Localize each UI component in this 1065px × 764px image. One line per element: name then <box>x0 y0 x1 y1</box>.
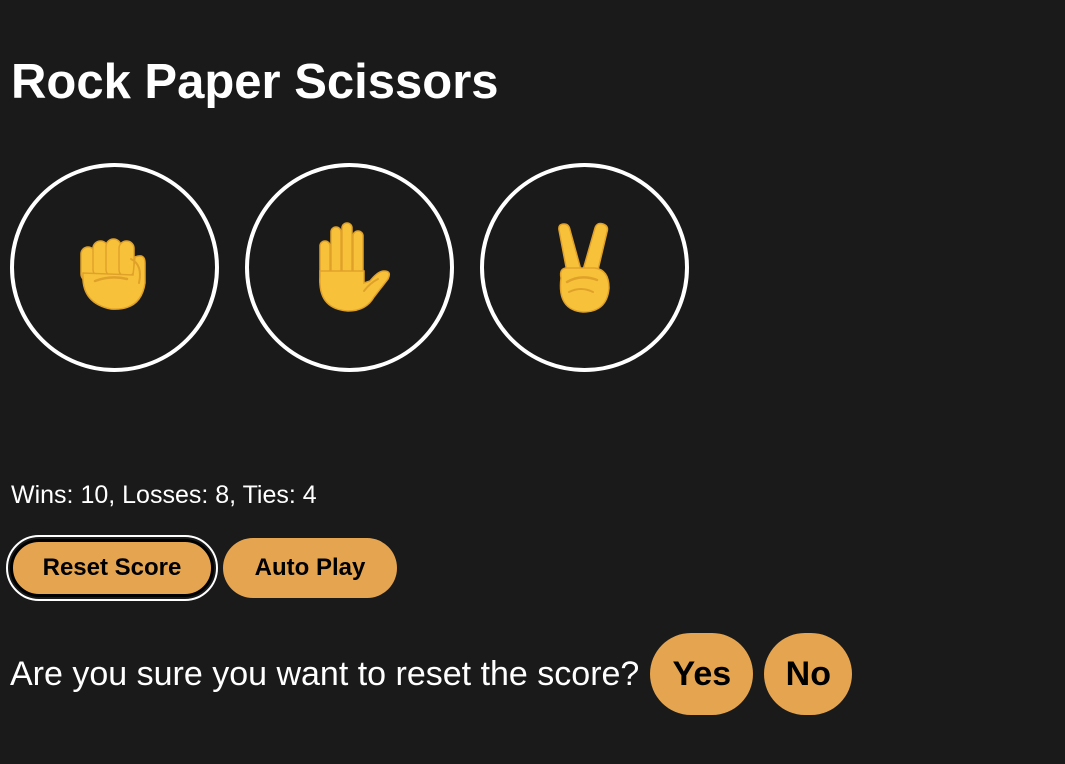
confirm-yes-button[interactable]: Yes <box>650 633 754 715</box>
scissors-button[interactable] <box>480 163 689 372</box>
raised-fist-icon <box>79 237 146 310</box>
score-text: Wins: 10, Losses: 8, Ties: 4 <box>11 481 317 509</box>
move-buttons <box>10 163 689 372</box>
reset-focus-ring: Reset Score <box>6 535 218 601</box>
reset-confirmation: Are you sure you want to reset the score… <box>10 633 853 715</box>
auto-play-button[interactable]: Auto Play <box>223 538 397 598</box>
raised-hand-icon <box>318 221 390 312</box>
score-controls: Reset Score Auto Play <box>6 535 397 601</box>
reset-score-button[interactable]: Reset Score <box>10 539 214 597</box>
paper-button[interactable] <box>245 163 454 372</box>
page-title: Rock Paper Scissors <box>11 55 499 109</box>
rock-button[interactable] <box>10 163 219 372</box>
confirm-question: Are you sure you want to reset the score… <box>10 655 640 693</box>
victory-hand-icon <box>557 222 610 313</box>
confirm-no-button[interactable]: No <box>764 633 853 715</box>
